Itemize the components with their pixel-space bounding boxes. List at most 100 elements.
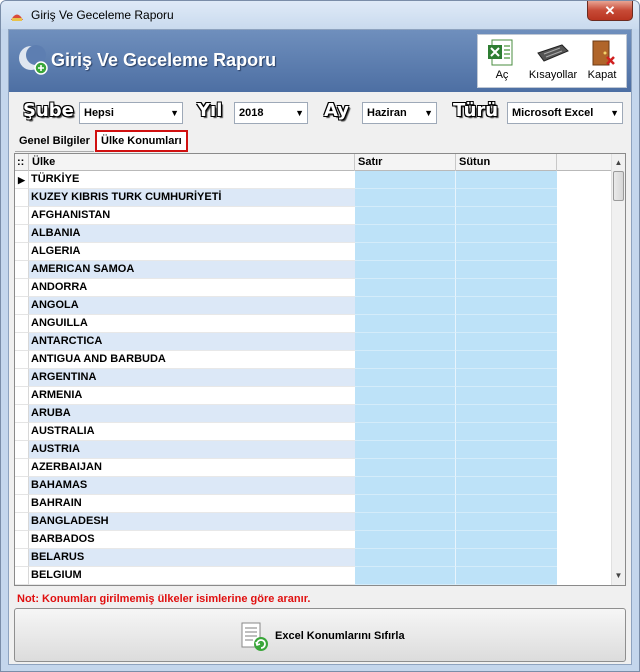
cell-column[interactable] <box>456 405 557 423</box>
cell-column[interactable] <box>456 387 557 405</box>
column-header-column[interactable]: Sütun <box>456 154 557 171</box>
cell-row[interactable] <box>355 531 456 549</box>
cell-row[interactable] <box>355 369 456 387</box>
scroll-down-arrow-icon[interactable]: ▼ <box>612 569 625 583</box>
cell-row[interactable] <box>355 171 456 189</box>
row-selector[interactable] <box>15 495 29 513</box>
cell-column[interactable] <box>456 171 557 189</box>
table-row[interactable]: ANTIGUA AND BARBUDA <box>15 351 612 369</box>
cell-country[interactable]: AMERICAN SAMOA <box>29 261 355 279</box>
year-select[interactable]: 2018 ▼ <box>234 102 308 124</box>
table-row[interactable]: ▶ TÜRKİYE <box>15 171 612 189</box>
cell-column[interactable] <box>456 441 557 459</box>
tab-country-positions[interactable]: Ülke Konumları <box>95 130 188 152</box>
cell-column[interactable] <box>456 351 557 369</box>
row-selector[interactable] <box>15 243 29 261</box>
table-row[interactable]: ANDORRA <box>15 279 612 297</box>
row-selector[interactable] <box>15 513 29 531</box>
cell-column[interactable] <box>456 297 557 315</box>
row-selector[interactable] <box>15 369 29 387</box>
scrollbar-thumb[interactable] <box>613 171 624 201</box>
row-selector[interactable] <box>15 477 29 495</box>
row-selector[interactable] <box>15 423 29 441</box>
cell-country[interactable]: ARUBA <box>29 405 355 423</box>
cell-column[interactable] <box>456 189 557 207</box>
vertical-scrollbar[interactable]: ▲ ▼ <box>611 154 625 585</box>
table-row[interactable]: ARUBA <box>15 405 612 423</box>
cell-country[interactable]: BANGLADESH <box>29 513 355 531</box>
table-row[interactable]: AUSTRALIA <box>15 423 612 441</box>
row-selector[interactable] <box>15 225 29 243</box>
window-close-button[interactable]: ✕ <box>587 1 633 21</box>
table-row[interactable]: BELGIUM <box>15 567 612 585</box>
cell-country[interactable]: BAHAMAS <box>29 477 355 495</box>
table-row[interactable]: BANGLADESH <box>15 513 612 531</box>
row-selector[interactable] <box>15 333 29 351</box>
cell-country[interactable]: ARMENIA <box>29 387 355 405</box>
cell-column[interactable] <box>456 495 557 513</box>
cell-row[interactable] <box>355 387 456 405</box>
cell-row[interactable] <box>355 459 456 477</box>
row-selector[interactable] <box>15 351 29 369</box>
cell-column[interactable] <box>456 207 557 225</box>
scroll-up-arrow-icon[interactable]: ▲ <box>612 156 625 170</box>
table-row[interactable]: ARMENIA <box>15 387 612 405</box>
row-selector[interactable] <box>15 279 29 297</box>
row-selector[interactable] <box>15 405 29 423</box>
row-selector[interactable] <box>15 531 29 549</box>
row-selector[interactable] <box>15 387 29 405</box>
row-selector[interactable] <box>15 549 29 567</box>
cell-column[interactable] <box>456 567 557 585</box>
table-row[interactable]: ANGUILLA <box>15 315 612 333</box>
table-row[interactable]: AZERBAIJAN <box>15 459 612 477</box>
type-select[interactable]: Microsoft Excel ▼ <box>507 102 623 124</box>
cell-country[interactable]: BELARUS <box>29 549 355 567</box>
row-selector[interactable]: ▶ <box>15 171 29 189</box>
row-selector[interactable] <box>15 297 29 315</box>
cell-column[interactable] <box>456 477 557 495</box>
branch-select[interactable]: Hepsi ▼ <box>79 102 183 124</box>
cell-country[interactable]: ALBANIA <box>29 225 355 243</box>
reset-excel-positions-button[interactable]: Excel Konumlarını Sıfırla <box>14 608 626 662</box>
cell-row[interactable] <box>355 189 456 207</box>
row-selector[interactable] <box>15 441 29 459</box>
column-header-row[interactable]: Satır <box>355 154 456 171</box>
shortcuts-button[interactable]: Kısayollar <box>528 37 578 87</box>
table-row[interactable]: ANTARCTICA <box>15 333 612 351</box>
cell-country[interactable]: ALGERIA <box>29 243 355 261</box>
table-row[interactable]: BARBADOS <box>15 531 612 549</box>
cell-column[interactable] <box>456 225 557 243</box>
close-button[interactable]: Kapat <box>578 37 626 87</box>
cell-column[interactable] <box>456 549 557 567</box>
cell-country[interactable]: AUSTRALIA <box>29 423 355 441</box>
table-row[interactable]: BELARUS <box>15 549 612 567</box>
cell-column[interactable] <box>456 459 557 477</box>
cell-country[interactable]: AUSTRIA <box>29 441 355 459</box>
cell-row[interactable] <box>355 261 456 279</box>
cell-column[interactable] <box>456 531 557 549</box>
cell-country[interactable]: ARGENTINA <box>29 369 355 387</box>
month-select[interactable]: Haziran ▼ <box>362 102 437 124</box>
cell-column[interactable] <box>456 513 557 531</box>
cell-country[interactable]: AZERBAIJAN <box>29 459 355 477</box>
cell-row[interactable] <box>355 495 456 513</box>
table-row[interactable]: AUSTRIA <box>15 441 612 459</box>
column-header-country[interactable]: Ülke <box>29 154 355 171</box>
cell-column[interactable] <box>456 261 557 279</box>
table-row[interactable]: ALGERIA <box>15 243 612 261</box>
cell-country[interactable]: ANTIGUA AND BARBUDA <box>29 351 355 369</box>
table-row[interactable]: AFGHANISTAN <box>15 207 612 225</box>
cell-column[interactable] <box>456 369 557 387</box>
table-row[interactable]: ANGOLA <box>15 297 612 315</box>
cell-row[interactable] <box>355 567 456 585</box>
row-selector[interactable] <box>15 207 29 225</box>
row-selector[interactable] <box>15 315 29 333</box>
table-row[interactable]: BAHAMAS <box>15 477 612 495</box>
cell-country[interactable]: BELGIUM <box>29 567 355 585</box>
row-selector[interactable] <box>15 261 29 279</box>
cell-row[interactable] <box>355 243 456 261</box>
cell-row[interactable] <box>355 297 456 315</box>
cell-column[interactable] <box>456 243 557 261</box>
cell-row[interactable] <box>355 423 456 441</box>
cell-row[interactable] <box>355 225 456 243</box>
